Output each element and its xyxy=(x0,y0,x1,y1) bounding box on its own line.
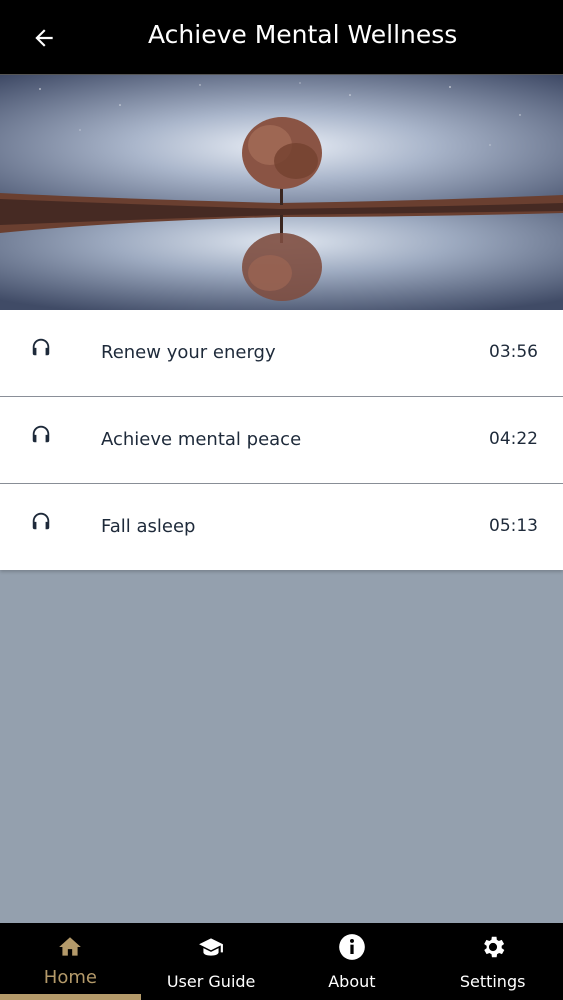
track-title: Fall asleep xyxy=(101,516,196,537)
gear-icon xyxy=(479,933,507,961)
track-list: Renew your energy 03:56 Achieve mental p… xyxy=(0,310,563,570)
hero-image xyxy=(0,75,563,310)
nav-tab-home[interactable]: Home xyxy=(0,923,141,1000)
track-duration: 04:22 xyxy=(489,429,538,449)
top-app-bar: Achieve Mental Wellness xyxy=(0,0,563,75)
track-title: Achieve mental peace xyxy=(101,429,302,450)
page-title: Achieve Mental Wellness xyxy=(148,20,458,49)
nav-tab-user-guide[interactable]: User Guide xyxy=(141,923,282,1000)
nav-label: Home xyxy=(43,967,97,988)
info-icon xyxy=(338,933,366,961)
headphones-icon xyxy=(32,425,50,443)
active-tab-indicator xyxy=(0,994,141,1000)
nav-label: About xyxy=(328,972,376,991)
track-row-fall-asleep[interactable]: Fall asleep 05:13 xyxy=(0,484,563,570)
track-row-mental-peace[interactable]: Achieve mental peace 04:22 xyxy=(0,397,563,484)
track-duration: 03:56 xyxy=(489,342,538,362)
nav-tab-settings[interactable]: Settings xyxy=(422,923,563,1000)
nav-tab-about[interactable]: About xyxy=(282,923,423,1000)
track-title: Renew your energy xyxy=(101,342,276,363)
nav-label: User Guide xyxy=(166,972,256,991)
arrow-left-icon xyxy=(35,29,53,47)
graduation-cap-icon xyxy=(197,933,225,961)
back-button[interactable] xyxy=(28,22,60,54)
headphones-icon xyxy=(32,512,50,530)
bottom-navigation: Home User Guide About Settings xyxy=(0,923,563,1000)
nav-label: Settings xyxy=(459,972,526,991)
home-icon xyxy=(56,933,84,961)
headphones-icon xyxy=(32,338,50,356)
track-duration: 05:13 xyxy=(489,516,538,536)
track-row-renew-energy[interactable]: Renew your energy 03:56 xyxy=(0,310,563,397)
